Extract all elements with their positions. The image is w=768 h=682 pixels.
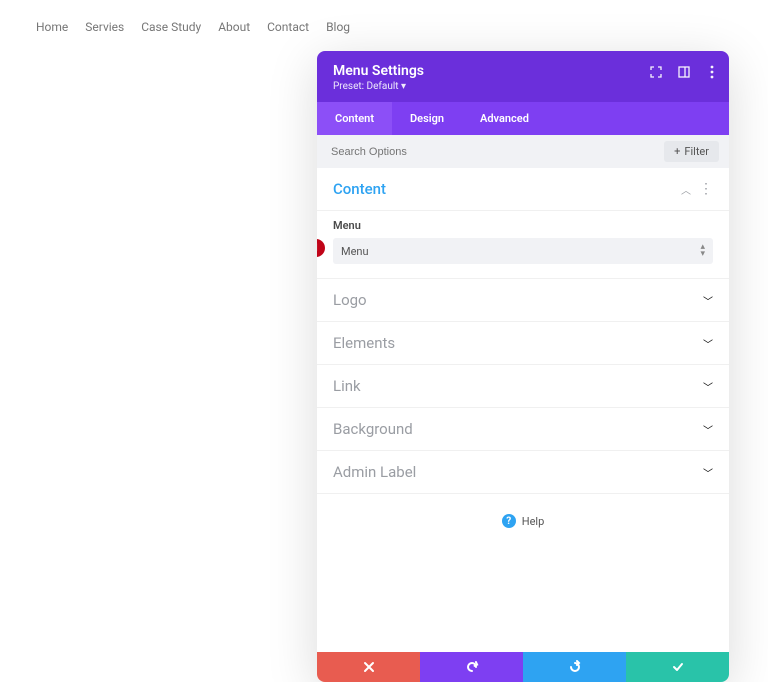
- annotation-badge-1: 1: [317, 239, 325, 257]
- select-arrows-icon: ▴▾: [700, 244, 705, 258]
- section-content-body: 1 Menu Menu ▴▾: [317, 211, 729, 279]
- section-title: Admin Label: [333, 463, 416, 481]
- save-button[interactable]: [626, 652, 729, 682]
- redo-button[interactable]: [523, 652, 626, 682]
- redo-icon: [568, 660, 582, 674]
- expand-icon[interactable]: [649, 65, 663, 79]
- cancel-button[interactable]: [317, 652, 420, 682]
- section-title: Elements: [333, 334, 395, 352]
- menu-field-label: Menu: [333, 219, 713, 232]
- snap-panel-icon[interactable]: [677, 65, 691, 79]
- tab-advanced[interactable]: Advanced: [462, 102, 547, 135]
- section-content-header[interactable]: Content ︿ ⋮: [317, 168, 729, 211]
- chevron-down-icon: ﹀: [703, 465, 713, 480]
- chevron-down-icon: ▾: [401, 81, 406, 92]
- chevron-down-icon: ﹀: [703, 422, 713, 437]
- chevron-up-icon: ︿: [681, 182, 691, 197]
- kebab-menu-icon[interactable]: ⋮: [699, 181, 713, 197]
- preset-dropdown[interactable]: Preset: Default ▾: [333, 81, 713, 92]
- spacer: [317, 558, 729, 652]
- section-elements-header[interactable]: Elements ﹀: [317, 322, 729, 365]
- nav-contact[interactable]: Contact: [267, 20, 309, 34]
- chevron-down-icon: ﹀: [703, 336, 713, 351]
- help-label: Help: [522, 515, 545, 528]
- search-input[interactable]: [327, 142, 664, 162]
- help-link[interactable]: ? Help: [317, 494, 729, 558]
- nav-services[interactable]: Servies: [85, 20, 124, 34]
- section-background-header[interactable]: Background ﹀: [317, 408, 729, 451]
- menu-select-value: Menu: [341, 245, 369, 258]
- undo-button[interactable]: [420, 652, 523, 682]
- tab-content[interactable]: Content: [317, 102, 392, 135]
- plus-icon: +: [674, 145, 680, 158]
- nav-case-study[interactable]: Case Study: [141, 20, 201, 34]
- menu-settings-modal: Menu Settings Preset: Default ▾ Content …: [317, 51, 729, 682]
- menu-select[interactable]: Menu ▴▾: [333, 238, 713, 264]
- filter-button[interactable]: + Filter: [664, 141, 719, 162]
- section-title: Background: [333, 420, 413, 438]
- section-link-header[interactable]: Link ﹀: [317, 365, 729, 408]
- page-topnav: Home Servies Case Study About Contact Bl…: [0, 0, 768, 54]
- undo-icon: [465, 660, 479, 674]
- kebab-menu-icon[interactable]: [705, 65, 719, 79]
- nav-home[interactable]: Home: [36, 20, 68, 34]
- settings-tabs: Content Design Advanced: [317, 102, 729, 135]
- check-icon: [671, 660, 685, 674]
- section-admin-label-header[interactable]: Admin Label ﹀: [317, 451, 729, 494]
- action-bar: [317, 652, 729, 682]
- search-bar: + Filter: [317, 135, 729, 168]
- section-logo-header[interactable]: Logo ﹀: [317, 279, 729, 322]
- section-title: Logo: [333, 291, 367, 309]
- nav-about[interactable]: About: [218, 20, 250, 34]
- close-icon: [363, 661, 375, 673]
- nav-blog[interactable]: Blog: [326, 20, 350, 34]
- chevron-down-icon: ﹀: [703, 379, 713, 394]
- tab-design[interactable]: Design: [392, 102, 462, 135]
- chevron-down-icon: ﹀: [703, 293, 713, 308]
- section-title: Link: [333, 377, 361, 395]
- section-title: Content: [333, 180, 386, 198]
- help-icon: ?: [502, 514, 516, 528]
- modal-header: Menu Settings Preset: Default ▾: [317, 51, 729, 102]
